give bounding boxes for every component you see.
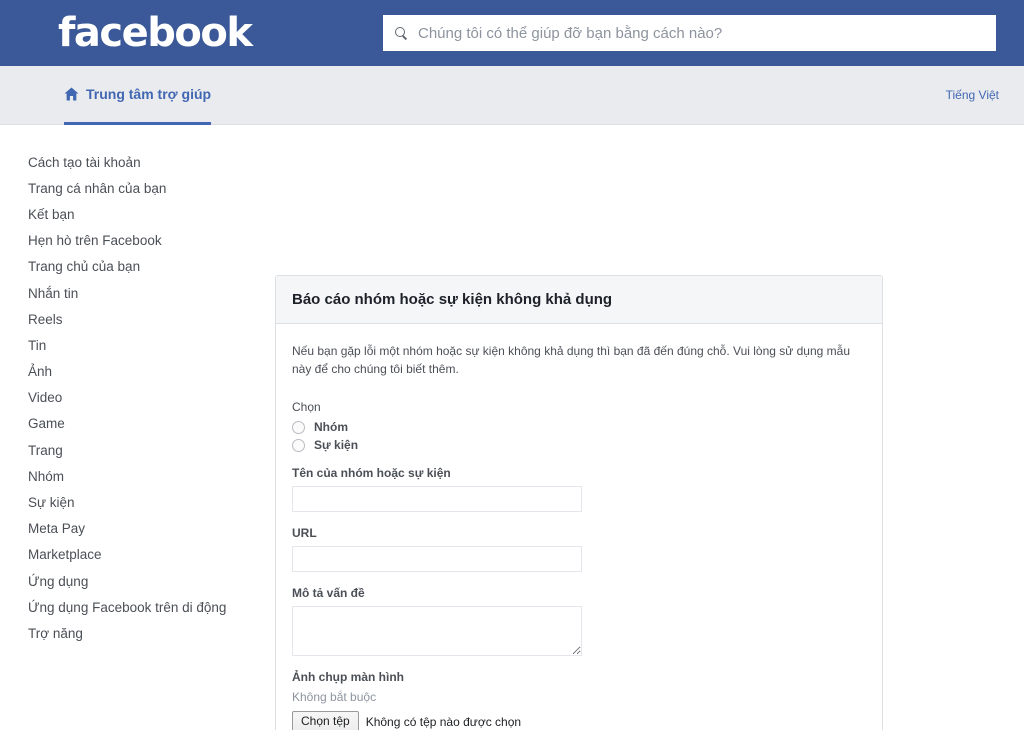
url-group: URL [292, 526, 866, 572]
radio-option-group[interactable]: Nhóm [292, 420, 866, 434]
sidebar-item-13[interactable]: Sự kiện [28, 489, 228, 515]
url-label: URL [292, 526, 317, 540]
search-box[interactable] [383, 15, 996, 51]
file-upload-row: Chọn tệp Không có tệp nào được chọn [292, 711, 866, 730]
choose-label: Chọn [292, 400, 321, 414]
sidebar-item-3[interactable]: Hẹn hò trên Facebook [28, 228, 228, 254]
sidebar-item-0[interactable]: Cách tạo tài khoản [28, 149, 228, 175]
sidebar-item-18[interactable]: Trợ năng [28, 620, 228, 646]
search-input[interactable] [416, 23, 985, 43]
facebook-logo[interactable]: facebook [58, 13, 253, 53]
sidebar-item-8[interactable]: Ảnh [28, 359, 228, 385]
sidebar-item-10[interactable]: Game [28, 411, 228, 437]
page-title: Báo cáo nhóm hoặc sự kiện không khả dụng [292, 291, 613, 308]
home-icon [64, 87, 79, 101]
radio-button-event[interactable] [292, 438, 305, 452]
description-textarea[interactable] [292, 606, 582, 656]
language-link[interactable]: Tiếng Việt [946, 88, 999, 102]
search-icon [394, 26, 408, 40]
sidebar-item-15[interactable]: Marketplace [28, 542, 228, 568]
name-group: Tên của nhóm hoặc sự kiện [292, 466, 866, 512]
sidebar-item-11[interactable]: Trang [28, 437, 228, 463]
sidebar-item-9[interactable]: Video [28, 385, 228, 411]
name-input[interactable] [292, 486, 582, 512]
card-header: Báo cáo nhóm hoặc sự kiện không khả dụng [276, 276, 882, 324]
choose-group: Chọn Nhóm Sự kiện [292, 400, 866, 452]
sidebar-navigation: Cách tạo tài khoản Trang cá nhân của bạn… [28, 149, 228, 647]
screenshot-optional-note: Không bắt buộc [292, 690, 377, 704]
sidebar-item-7[interactable]: Tin [28, 332, 228, 358]
sidebar-item-17[interactable]: Ứng dụng Facebook trên di động [28, 594, 228, 620]
tab-help-center-label: Trung tâm trợ giúp [86, 86, 212, 102]
sidebar-item-14[interactable]: Meta Pay [28, 516, 228, 542]
screenshot-group: Ảnh chụp màn hình Không bắt buộc Chọn tệ… [292, 670, 866, 730]
choose-file-button[interactable]: Chọn tệp [292, 711, 359, 730]
url-input[interactable] [292, 546, 582, 572]
tab-help-center[interactable]: Trung tâm trợ giúp [64, 66, 212, 125]
screenshot-label: Ảnh chụp màn hình [292, 670, 404, 684]
sidebar-item-12[interactable]: Nhóm [28, 463, 228, 489]
description-group: Mô tả vấn đề [292, 586, 866, 656]
sidebar-item-6[interactable]: Reels [28, 306, 228, 332]
radio-label-event: Sự kiện [314, 438, 359, 452]
description-label: Mô tả vấn đề [292, 586, 365, 600]
sidebar-item-5[interactable]: Nhắn tin [28, 280, 228, 306]
sidebar-item-1[interactable]: Trang cá nhân của bạn [28, 175, 228, 201]
top-header-bar: facebook [0, 0, 1024, 66]
help-center-navbar: Trung tâm trợ giúp Tiếng Việt [0, 66, 1024, 125]
radio-label-group: Nhóm [314, 420, 348, 434]
sidebar-item-16[interactable]: Ứng dụng [28, 568, 228, 594]
sidebar-item-4[interactable]: Trang chủ của bạn [28, 254, 228, 280]
file-status-text: Không có tệp nào được chọn [365, 714, 522, 729]
intro-text: Nếu bạn gặp lỗi một nhóm hoặc sự kiện kh… [292, 344, 851, 376]
report-form-card: Báo cáo nhóm hoặc sự kiện không khả dụng… [275, 275, 883, 730]
card-body: Nếu bạn gặp lỗi một nhóm hoặc sự kiện kh… [276, 324, 882, 730]
name-label: Tên của nhóm hoặc sự kiện [292, 466, 451, 480]
sidebar-item-2[interactable]: Kết bạn [28, 201, 228, 227]
radio-button-group[interactable] [292, 420, 305, 434]
radio-option-event[interactable]: Sự kiện [292, 438, 866, 452]
page-content: Cách tạo tài khoản Trang cá nhân của bạn… [0, 125, 1024, 730]
